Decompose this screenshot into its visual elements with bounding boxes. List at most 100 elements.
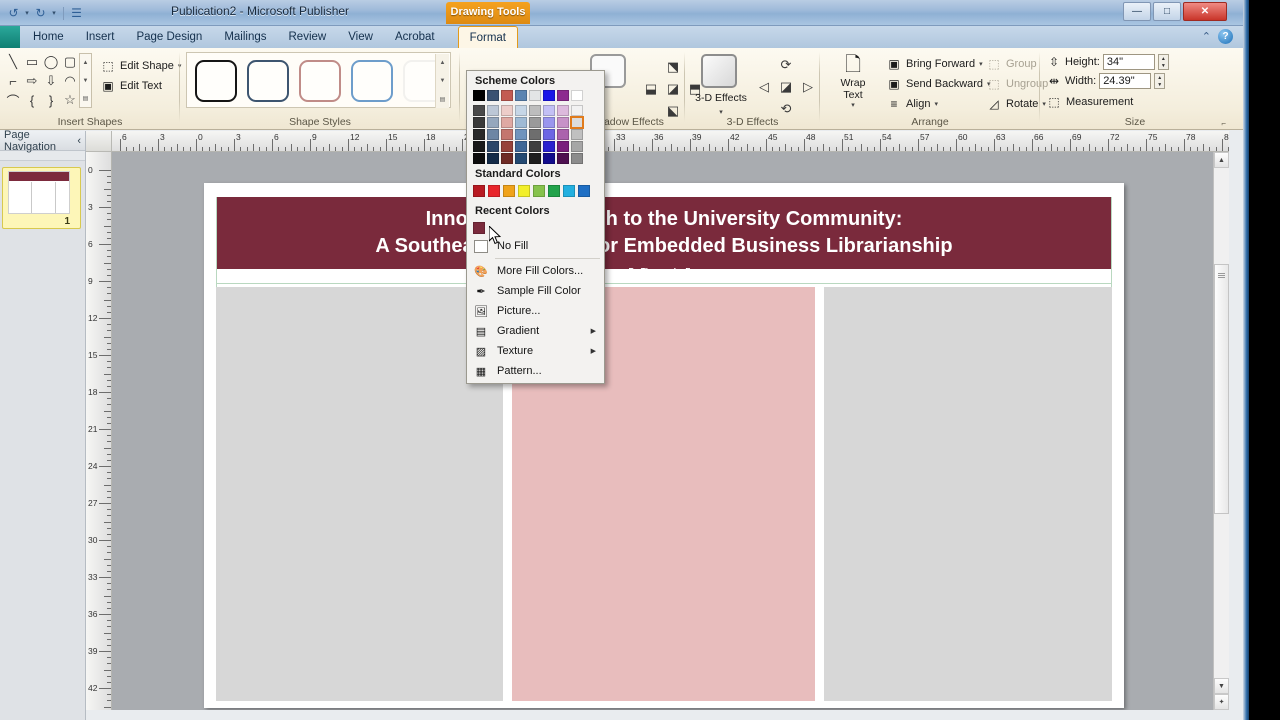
shapes-gallery[interactable]: ╲ ▭ ◯ ▢ ⌐ ⇨ ⇩ ◠ ⌒ { } ☆ — [4, 53, 79, 109]
minimize-button[interactable]: — — [1123, 2, 1151, 21]
color-swatch[interactable] — [529, 105, 541, 116]
vertical-scrollbar[interactable]: ▲ ▼ ✦ — [1213, 152, 1229, 710]
height-stepper-down-icon[interactable]: ▼ — [1159, 62, 1168, 69]
color-swatch[interactable] — [529, 129, 541, 140]
shadow-nudge-up2-icon[interactable]: ⬔ — [662, 56, 684, 78]
width-stepper-down-icon[interactable]: ▼ — [1155, 81, 1164, 88]
color-swatch[interactable] — [571, 153, 583, 164]
publication-page[interactable]: Innovative Outreach to the University Co… — [204, 183, 1124, 708]
wrap-text-caret-icon[interactable]: ▾ — [830, 101, 876, 109]
color-swatch[interactable] — [543, 129, 555, 140]
color-swatch[interactable] — [473, 105, 485, 116]
page-thumbnail-1[interactable]: 1 — [2, 167, 81, 229]
color-swatch[interactable] — [557, 105, 569, 116]
color-swatch[interactable] — [543, 90, 555, 101]
color-swatch[interactable] — [570, 116, 584, 129]
line-shape-icon[interactable]: ╲ — [4, 53, 22, 71]
right-brace-shape-icon[interactable]: } — [42, 91, 60, 109]
horizontal-ruler[interactable]: 6303691215182124273033363942454851545760… — [112, 131, 1229, 152]
color-swatch[interactable] — [501, 90, 513, 101]
shape-fill-dropdown[interactable]: Scheme Colors Standard Colors Recent Col… — [466, 70, 605, 384]
close-button[interactable]: ✕ — [1183, 2, 1227, 21]
scroll-extra-button[interactable]: ✦ — [1214, 694, 1229, 710]
color-swatch[interactable] — [501, 153, 513, 164]
align-caret-icon[interactable]: ▾ — [934, 100, 938, 108]
texture-submenu-arrow-icon[interactable]: ▶ — [591, 347, 596, 355]
color-swatch[interactable] — [487, 153, 499, 164]
color-swatch[interactable] — [515, 153, 527, 164]
shape-style-2[interactable] — [247, 60, 289, 102]
standard-colors-row[interactable] — [467, 183, 604, 201]
color-swatch[interactable] — [557, 117, 569, 128]
down-arrow-shape-icon[interactable]: ⇩ — [42, 72, 60, 90]
shape-styles-scroll[interactable]: ▲ ▼ ▤ — [435, 54, 449, 108]
styles-scroll-up-icon[interactable]: ▲ — [435, 54, 449, 72]
color-swatch[interactable] — [529, 141, 541, 152]
menu-item-pattern[interactable]: ▦ Pattern... — [467, 361, 604, 381]
styles-more-icon[interactable]: ▤ — [435, 90, 449, 108]
three-d-toggle-icon[interactable]: ◪ — [775, 76, 797, 98]
color-swatch[interactable] — [501, 141, 513, 152]
color-swatch[interactable] — [571, 105, 583, 116]
color-swatch[interactable] — [473, 141, 485, 152]
edit-text-button[interactable]: ▣ Edit Text — [96, 76, 185, 96]
color-swatch[interactable] — [529, 153, 541, 164]
width-stepper-up-icon[interactable]: ▲ — [1155, 74, 1164, 81]
document-canvas[interactable]: Innovative Outreach to the University Co… — [112, 152, 1229, 710]
color-swatch[interactable] — [487, 141, 499, 152]
shape-style-1[interactable] — [195, 60, 237, 102]
shape-styles-gallery[interactable]: ▲ ▼ ▤ — [186, 52, 451, 108]
color-swatch[interactable] — [557, 90, 569, 101]
color-swatch[interactable] — [515, 129, 527, 140]
color-swatch[interactable] — [515, 105, 527, 116]
tab-view[interactable]: View — [337, 26, 384, 48]
right-arrow-shape-icon[interactable]: ⇨ — [23, 72, 41, 90]
height-stepper[interactable]: ▲ ▼ — [1157, 54, 1169, 70]
tab-mailings[interactable]: Mailings — [213, 26, 277, 48]
color-swatch[interactable] — [543, 153, 555, 164]
color-swatch[interactable] — [543, 141, 555, 152]
color-swatch[interactable] — [543, 117, 555, 128]
shadow-toggle-icon[interactable]: ◪ — [662, 78, 684, 100]
collapse-ribbon-icon[interactable]: ⌃ — [1202, 30, 1211, 43]
poster-column-right[interactable] — [824, 287, 1112, 701]
three-d-effects-caret-icon[interactable]: ▾ — [719, 109, 723, 116]
color-swatch[interactable] — [529, 90, 541, 101]
color-swatch[interactable] — [571, 129, 583, 140]
color-swatch[interactable] — [529, 117, 541, 128]
tab-page-design[interactable]: Page Design — [125, 26, 213, 48]
width-input[interactable]: 24.39" — [1099, 73, 1152, 89]
gradient-submenu-arrow-icon[interactable]: ▶ — [591, 327, 596, 335]
color-swatch[interactable] — [473, 153, 485, 164]
color-swatch[interactable] — [557, 129, 569, 140]
menu-item-gradient[interactable]: ▤ Gradient ▶ — [467, 321, 604, 341]
tab-insert[interactable]: Insert — [75, 26, 126, 48]
shapes-scroll-up-icon[interactable]: ▲ — [80, 54, 91, 72]
shapes-gallery-scroll[interactable]: ▲ ▼ ▤ — [79, 53, 92, 108]
shapes-scroll-down-icon[interactable]: ▼ — [80, 72, 91, 90]
recent-colors-row[interactable] — [467, 220, 604, 236]
star-shape-icon[interactable]: ☆ — [61, 91, 79, 109]
color-swatch[interactable] — [487, 129, 499, 140]
color-swatch[interactable] — [487, 117, 499, 128]
standard-color-swatch[interactable] — [533, 185, 545, 197]
shadow-nudge-left-icon[interactable]: ⬓ — [640, 78, 662, 100]
tab-review[interactable]: Review — [278, 26, 338, 48]
oval-shape-icon[interactable]: ◯ — [42, 53, 60, 71]
tab-home[interactable]: Home — [22, 26, 75, 48]
color-swatch[interactable] — [557, 153, 569, 164]
three-d-preview-icon[interactable] — [701, 54, 737, 88]
help-icon[interactable]: ? — [1218, 29, 1233, 44]
scrollbar-thumb[interactable] — [1214, 264, 1229, 514]
rectangle-shape-icon[interactable]: ▭ — [23, 53, 41, 71]
collapse-pane-icon[interactable]: ‹ — [77, 135, 81, 147]
width-stepper[interactable]: ▲ ▼ — [1154, 73, 1166, 89]
color-swatch[interactable] — [571, 90, 583, 101]
scroll-down-button[interactable]: ▼ — [1214, 678, 1229, 694]
scheme-colors-grid[interactable] — [467, 90, 604, 164]
bring-forward-button[interactable]: ▣ Bring Forward ▾ — [882, 54, 995, 74]
shadow-nudge-up-icon[interactable] — [640, 56, 662, 78]
recent-color-swatch[interactable] — [473, 222, 485, 234]
tab-acrobat[interactable]: Acrobat — [384, 26, 446, 48]
tilt-right-icon[interactable]: ▷ — [797, 76, 819, 98]
